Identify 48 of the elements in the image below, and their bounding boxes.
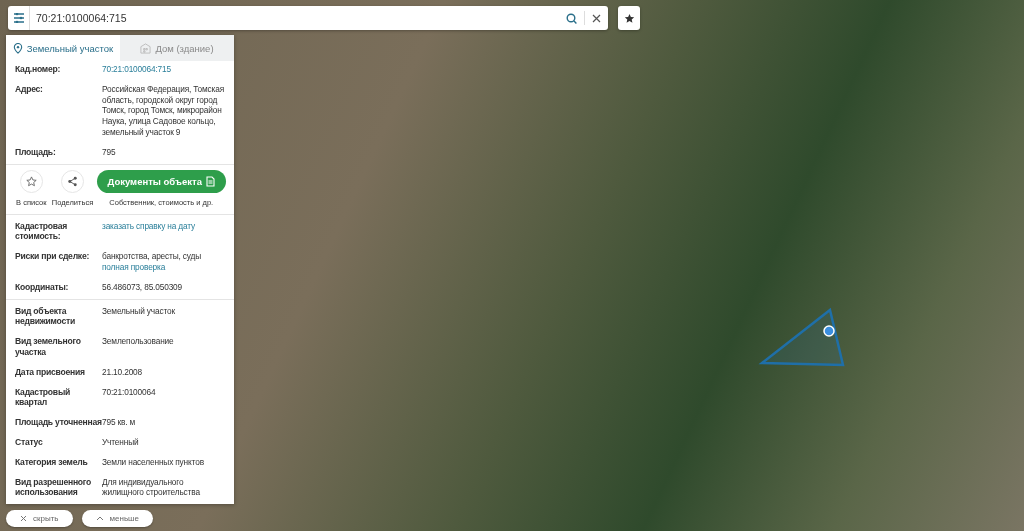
field-label: Вид объекта недвижимости — [15, 305, 77, 328]
field-value: 21.10.2008 — [102, 366, 144, 378]
close-icon[interactable] — [592, 13, 601, 23]
star-icon — [623, 12, 635, 24]
caret-icon — [95, 516, 104, 522]
star-icon — [25, 175, 37, 187]
search-field[interactable]: 70:21:0100064:715 — [30, 12, 559, 24]
field-link[interactable]: полная проверка — [102, 261, 225, 273]
field-label: Площадь уточненная — [15, 417, 102, 428]
field-value: банкротства, аресты, суды — [102, 251, 203, 262]
field-label: Кад.номер: — [15, 64, 62, 75]
location-pin-icon — [12, 42, 23, 54]
share-icon — [67, 175, 78, 187]
less-button[interactable]: меньше — [81, 510, 153, 528]
field-value: 70:21:0100064 — [102, 386, 157, 398]
field-value: Земельный участок — [102, 305, 176, 317]
field-value: 56.486073, 85.050309 — [102, 281, 184, 293]
field-link[interactable]: 70:21:0100064:715 — [102, 64, 225, 75]
close-icon — [20, 515, 27, 523]
favorite-button[interactable] — [618, 6, 640, 30]
field-label: Риски при сделке: — [15, 251, 91, 264]
documents-button[interactable]: Документы объекта — [96, 169, 226, 193]
field-label: Вид земельного участка — [15, 336, 82, 358]
field-label: Категория земель — [15, 456, 89, 468]
field-label: Кадастровый квартал — [15, 386, 71, 409]
document-icon — [206, 175, 215, 187]
field-value: Земли населенных пунктов — [102, 456, 205, 468]
field-label: Площадь: — [15, 146, 57, 158]
field-label: Вид разрешенного использования — [15, 476, 93, 499]
field-label: Кадастровая стоимость: — [15, 220, 69, 243]
field-value: Для индивидуального жилищного строительства — [102, 476, 201, 499]
field-label: Дата присвоения — [15, 366, 86, 378]
location-marker-icon — [823, 325, 835, 337]
hide-button[interactable]: скрыть — [6, 510, 73, 528]
field-label: Координаты: — [15, 281, 70, 293]
search-icon[interactable] — [566, 12, 577, 24]
field-label: Статус — [15, 436, 44, 448]
field-value: 795 — [102, 146, 117, 158]
field-value: Учтенный — [102, 436, 140, 448]
field-value: Российская Федерация, Томская область, городской округ город Томск, город Томск, микрорайон Наука, улица Садовое кольцо, земельный участок 9 — [102, 83, 225, 138]
building-icon — [140, 42, 152, 54]
tab[interactable]: Земельный участок — [6, 35, 120, 61]
field-value: Землепользование — [102, 336, 175, 347]
field-link[interactable]: заказать справку на дату — [102, 220, 225, 232]
field-label: Адрес: — [15, 83, 44, 96]
field-value: 795 кв. м — [102, 417, 137, 428]
menu-icon — [12, 13, 25, 23]
search-bar[interactable]: 70:21:0100064:715 — [8, 6, 608, 30]
